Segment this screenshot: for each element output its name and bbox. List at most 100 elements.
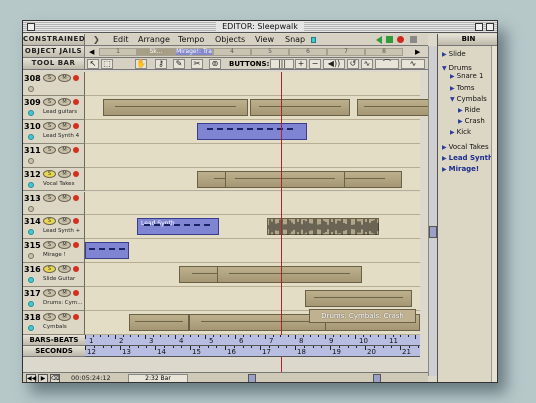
grid-button-icon[interactable]: ||| bbox=[270, 59, 294, 69]
zoom-box-icon[interactable] bbox=[475, 23, 483, 31]
bin-item[interactable]: ▶ Crash bbox=[458, 117, 485, 125]
jails-left-arrow-icon[interactable]: ◀ bbox=[89, 46, 94, 58]
monitor-icon[interactable] bbox=[28, 86, 34, 92]
marquee-tool-icon[interactable]: ⬚ bbox=[101, 59, 113, 69]
track-lane[interactable] bbox=[85, 263, 420, 288]
solo-button[interactable]: S bbox=[43, 145, 56, 154]
disclosure-closed-icon[interactable]: ▶ bbox=[442, 166, 447, 173]
bin-item[interactable]: ▶ Mirage! bbox=[442, 165, 479, 173]
bin-item[interactable]: ▼ Drums bbox=[442, 64, 472, 72]
monitor-icon[interactable] bbox=[28, 253, 34, 260]
track-lane[interactable] bbox=[85, 167, 420, 192]
zoom-out-icon[interactable]: − bbox=[309, 59, 321, 69]
audio-region[interactable] bbox=[267, 217, 379, 238]
solo-button[interactable]: S bbox=[43, 121, 56, 130]
loop-icon[interactable]: ↺ bbox=[347, 59, 359, 69]
vertical-scrollbar[interactable] bbox=[428, 46, 437, 376]
curve-icon[interactable]: ⌒ bbox=[375, 59, 399, 69]
stop-icon[interactable] bbox=[386, 36, 393, 43]
jail-5[interactable]: 5 bbox=[251, 48, 289, 56]
jail-7[interactable]: 7 bbox=[327, 48, 365, 56]
monitor-icon[interactable] bbox=[28, 109, 34, 116]
bin-scrollbar[interactable] bbox=[491, 46, 497, 382]
record-arm-icon[interactable] bbox=[73, 218, 79, 225]
options-icon[interactable] bbox=[410, 36, 417, 43]
mute-button[interactable]: M bbox=[58, 169, 71, 178]
record-arm-icon[interactable] bbox=[73, 146, 79, 153]
zoom-field[interactable]: 2:32 Bar bbox=[128, 374, 188, 382]
mute-button[interactable]: M bbox=[58, 265, 71, 274]
disclosure-closed-icon[interactable]: ▶ bbox=[450, 73, 455, 80]
play-back-icon[interactable] bbox=[376, 36, 382, 44]
mute-button[interactable]: M bbox=[58, 145, 71, 154]
track-lane[interactable] bbox=[85, 287, 420, 311]
track-lane[interactable] bbox=[85, 143, 420, 168]
jail-3[interactable]: Mirage!: Tra bbox=[175, 48, 213, 56]
jail-6[interactable]: 6 bbox=[289, 48, 327, 56]
region[interactable] bbox=[225, 170, 345, 188]
jail-8[interactable]: 8 bbox=[365, 48, 403, 56]
menu-arrange[interactable]: Arrange bbox=[138, 34, 170, 46]
solo-button[interactable]: S bbox=[43, 313, 56, 321]
disclosure-closed-icon[interactable]: ▶ bbox=[442, 51, 447, 58]
disclosure-closed-icon[interactable]: ▶ bbox=[458, 107, 463, 114]
bin-item[interactable]: ▶ Kick bbox=[450, 128, 471, 136]
track-header[interactable]: 318 S M Cymbals bbox=[23, 311, 85, 335]
menu-view[interactable]: View bbox=[255, 34, 274, 46]
solo-button[interactable]: S bbox=[43, 97, 56, 106]
bin-item[interactable]: ▶ Vocal Takes bbox=[442, 143, 489, 151]
seconds-ruler[interactable]: 12 13 14 15 16 17 18 19 20 21 bbox=[85, 346, 420, 357]
chevron-right-icon[interactable]: ❯ bbox=[93, 34, 100, 46]
mute-button[interactable]: M bbox=[58, 97, 71, 106]
volume-icon[interactable]: ◀)) bbox=[323, 59, 345, 69]
menu-tempo[interactable]: Tempo bbox=[178, 34, 204, 46]
trash-icon[interactable]: ⌫ bbox=[50, 374, 60, 382]
track-lane[interactable] bbox=[85, 119, 420, 144]
scissors-tool-icon[interactable]: ✂ bbox=[191, 59, 203, 69]
bin-item[interactable]: ▼ Cymbals bbox=[450, 95, 487, 103]
solo-button[interactable]: S bbox=[43, 74, 56, 82]
hscroll-thumb-2[interactable] bbox=[373, 374, 381, 382]
mute-button[interactable]: M bbox=[58, 241, 71, 250]
mute-button[interactable]: M bbox=[58, 217, 71, 226]
record-arm-icon[interactable] bbox=[73, 75, 79, 81]
solo-button[interactable]: S bbox=[43, 241, 56, 250]
solo-button[interactable]: S bbox=[43, 265, 56, 274]
bin-header[interactable]: BIN bbox=[438, 34, 497, 46]
region[interactable] bbox=[217, 266, 362, 284]
track-header[interactable]: 310 S M Lead Synth 4 bbox=[23, 119, 85, 144]
jail-4[interactable]: 4 bbox=[213, 48, 251, 56]
seconds-label[interactable]: SECONDS bbox=[23, 346, 85, 357]
mute-button[interactable]: M bbox=[58, 313, 71, 321]
monitor-icon[interactable] bbox=[28, 157, 34, 164]
track-header[interactable]: 311 S M bbox=[23, 143, 85, 168]
region[interactable] bbox=[250, 98, 350, 116]
region[interactable] bbox=[129, 314, 189, 331]
track-header[interactable]: 316 S M Slide Guitar bbox=[23, 263, 85, 288]
track-lane[interactable] bbox=[85, 191, 420, 216]
glue-tool-icon[interactable]: ⊚ bbox=[209, 59, 221, 69]
constrained-label[interactable]: CONSTRAINED bbox=[23, 34, 85, 46]
mute-button[interactable]: M bbox=[58, 74, 71, 82]
track-header[interactable]: 317 S M Drums: Cym... bbox=[23, 287, 85, 311]
region[interactable] bbox=[103, 98, 248, 116]
track-lane[interactable] bbox=[85, 95, 437, 120]
monitor-icon[interactable] bbox=[28, 325, 34, 331]
pointer-tool-icon[interactable]: ↖ bbox=[87, 59, 99, 69]
collapse-box-icon[interactable] bbox=[486, 23, 494, 31]
midi-region[interactable] bbox=[197, 122, 307, 140]
playhead[interactable] bbox=[281, 72, 282, 372]
bin-item[interactable]: ▶ Slide bbox=[442, 50, 466, 58]
monitor-icon[interactable] bbox=[28, 301, 34, 308]
track-header[interactable]: 309 S M Lead guitars bbox=[23, 95, 85, 120]
vertical-scroll-thumb[interactable] bbox=[429, 226, 437, 238]
disclosure-open-icon[interactable]: ▼ bbox=[450, 96, 455, 103]
menu-objects[interactable]: Objects bbox=[215, 34, 245, 46]
solo-button[interactable]: S bbox=[43, 169, 56, 178]
region[interactable] bbox=[305, 290, 412, 308]
close-box-icon[interactable] bbox=[27, 23, 35, 31]
object-jails-label[interactable]: OBJECT JAILS bbox=[23, 46, 85, 58]
pencil-tool-icon[interactable]: ✎ bbox=[173, 59, 185, 69]
bin-item[interactable]: ▶ Snare 1 bbox=[450, 72, 484, 80]
mute-button[interactable]: M bbox=[58, 121, 71, 130]
